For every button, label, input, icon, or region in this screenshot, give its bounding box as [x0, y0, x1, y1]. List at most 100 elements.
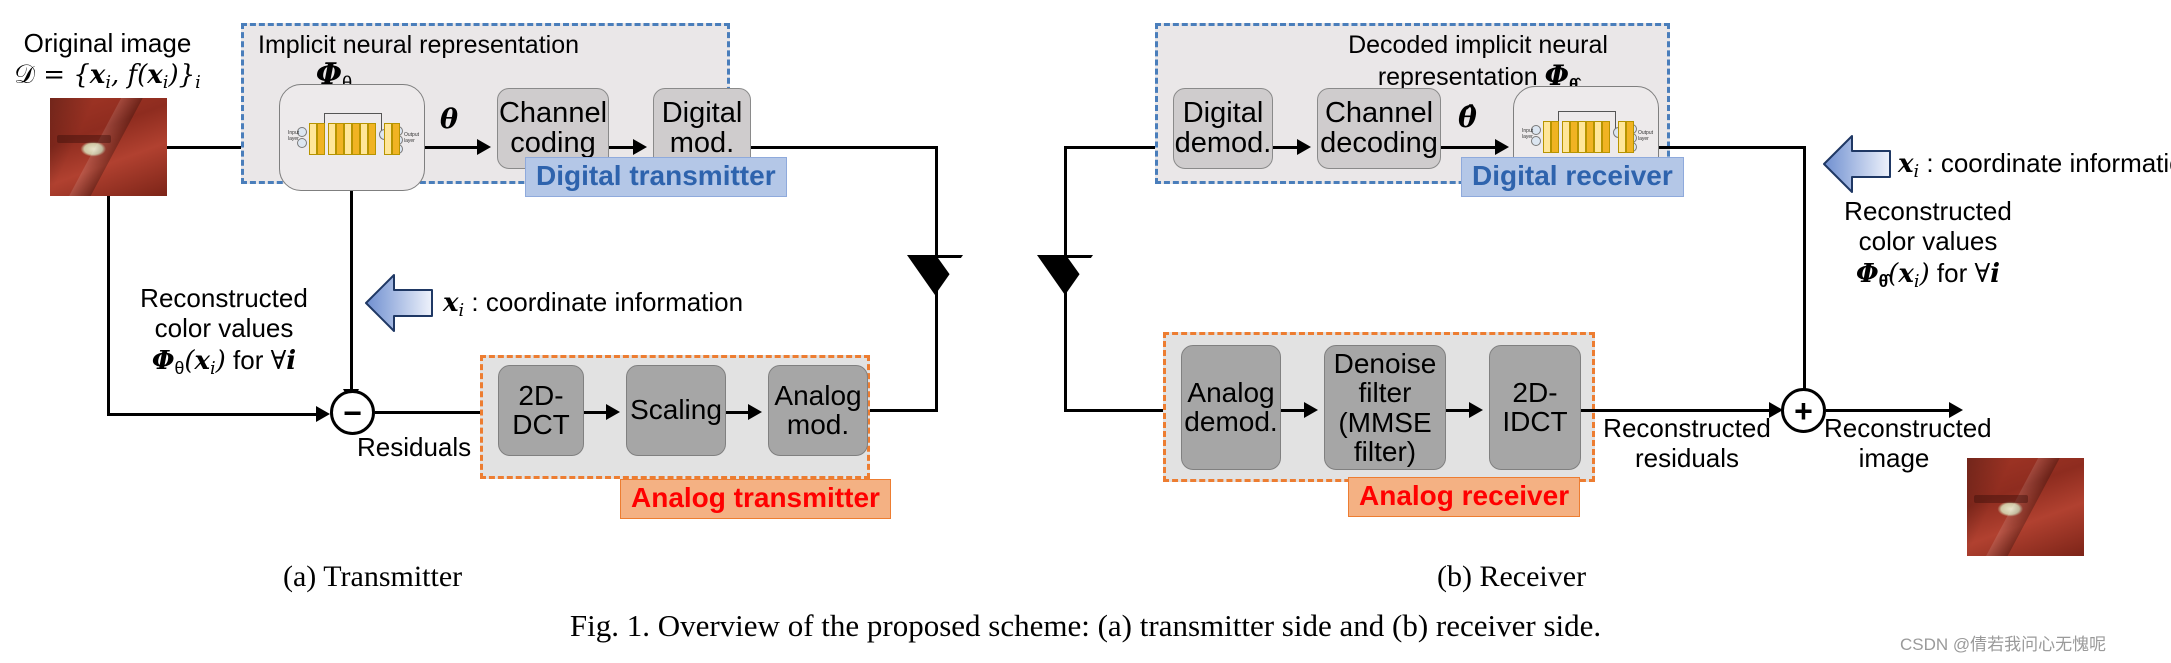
wire-decoded-inr-down [1803, 146, 1806, 404]
original-image-thumbnail [50, 98, 167, 196]
wire-dct-to-scaling [584, 411, 607, 414]
block-denoise-filter-line3: (MMSE [1338, 406, 1432, 438]
block-channel-coding-line1: Channel [498, 96, 608, 129]
block-analog-demod-line1: Analog [1187, 376, 1275, 408]
digital-receiver-tag: Digital receiver [1461, 157, 1684, 197]
reconstructed-color-values-transmitter: Reconstructed color values Φθ(xi) for ∀i [110, 283, 338, 380]
analog-transmitter-tag: Analog transmitter [620, 479, 891, 519]
figure-caption: Fig. 1. Overview of the proposed scheme:… [569, 608, 1602, 643]
block-2d-dct: 2D- DCT [498, 365, 584, 456]
block-2d-idct-line1: 2D- [1512, 376, 1558, 408]
wire-rx-to-analog-demod [1064, 409, 1174, 412]
block-digital-mod-line2: mod. [669, 126, 735, 159]
block-2d-dct-line1: 2D- [518, 379, 564, 411]
coordinate-info-arrow-icon-receiver [1823, 135, 1891, 193]
block-denoise-filter-line1: Denoise [1333, 347, 1437, 379]
wire-denoise-to-idct [1446, 409, 1469, 412]
reconstructed-residuals-line1: Reconstructed [1603, 413, 1771, 443]
block-digital-demod-line2: demod. [1174, 126, 1272, 159]
residuals-label: Residuals [357, 432, 472, 462]
reconstructed-image-label: Reconstructed image [1824, 413, 1992, 474]
wire-idct-to-adder [1581, 409, 1775, 412]
wire-digital-mod-to-antenna [751, 146, 938, 149]
wire-digital-demod-to-channel-decoding [1273, 146, 1297, 149]
rcv-tx-line2: color values [154, 313, 294, 344]
block-channel-decoding: Channel decoding [1317, 88, 1441, 169]
wire-inr-down-to-minus [350, 191, 353, 403]
block-scaling: Scaling [626, 365, 726, 456]
rcv-rx-line2: color values [1858, 226, 1998, 257]
block-denoise-filter-line2: filter [1358, 377, 1412, 409]
block-channel-decoding-line2: decoding [1320, 126, 1438, 159]
rcv-tx-line1: Reconstructed [140, 283, 308, 313]
rcv-tx-line3: Φθ(xi) for ∀i [151, 345, 297, 380]
block-analog-demod: Analog demod. [1181, 345, 1281, 470]
reconstructed-color-values-receiver: Reconstructed color values Φθ̂(xi) for ∀… [1812, 196, 2044, 293]
theta-hat-label: θ̂ [1458, 101, 1477, 134]
arrowhead-denoise-to-idct [1469, 402, 1483, 418]
figure-canvas: Original image 𝒟 = {xi, f(xi)}i Implicit… [0, 0, 2171, 663]
block-analog-mod: Analog mod. [768, 365, 868, 456]
coordinate-info-label-transmitter: xi : coordinate information [443, 287, 744, 321]
block-denoise-filter: Denoise filter (MMSE filter) [1324, 345, 1446, 470]
subtract-operator: − [330, 390, 375, 435]
reconstructed-residuals-label: Reconstructed residuals [1592, 413, 1782, 473]
arrowhead-digital-demod-to-channel-decoding [1297, 139, 1311, 155]
inr-title: Implicit neural representation [258, 31, 579, 59]
analog-receiver-tag: Analog receiver [1348, 477, 1581, 517]
wire-image-to-minus [107, 413, 324, 416]
original-image-label-line1: Original image [23, 28, 192, 58]
reconstructed-residuals-line2: residuals [1634, 443, 1740, 474]
wire-inr-to-channel-coding [425, 146, 477, 149]
wire-minus-to-dct [375, 411, 495, 414]
block-denoise-filter-line4: filter) [1353, 435, 1417, 467]
digital-transmitter-tag: Digital transmitter [525, 157, 787, 197]
coordinate-info-label-receiver: xi : coordinate information [1898, 148, 2171, 182]
rcv-rx-line3: Φθ̂(xi) for ∀i [1855, 258, 2001, 293]
wire-channel-decoding-to-decoded-inr [1441, 146, 1495, 149]
decoded-inr-title: Decoded implicit neural representation Φ… [1298, 31, 1658, 94]
wire-analog-to-antenna [869, 409, 938, 412]
arrowhead-scaling-to-analog-mod [748, 404, 762, 420]
wire-channel-coding-to-digital-mod [609, 146, 633, 149]
original-image-label-formula: 𝒟 = {xi, f(xi)}i [14, 60, 201, 94]
block-channel-coding-line2: coding [510, 126, 596, 159]
arrowhead-inr-to-channel-coding [477, 139, 491, 155]
block-scaling-line1: Scaling [630, 394, 722, 426]
decoded-inr-title-line1: Decoded implicit neural [1348, 31, 1608, 59]
block-digital-mod-line1: Digital [661, 96, 743, 129]
arrowhead-image-to-minus [316, 406, 330, 422]
reconstructed-image-thumbnail [1967, 458, 2084, 556]
transmit-antenna [907, 255, 988, 295]
subcaption-a: (a) Transmitter [283, 560, 463, 593]
wire-rx-antenna-down [1064, 255, 1067, 411]
subcaption-b: (b) Receiver [1437, 560, 1587, 593]
reconstructed-image-line2: image [1858, 443, 1930, 474]
wire-decoded-inr-out [1659, 146, 1806, 149]
block-analog-demod-line2: demod. [1184, 405, 1278, 437]
arrowhead-analog-demod-to-denoise [1304, 402, 1318, 418]
theta-label: θ [439, 104, 458, 135]
coordinate-info-arrow-icon-transmitter [365, 274, 433, 332]
reconstructed-image-line1: Reconstructed [1824, 413, 1992, 443]
neural-network-diagram: Input layer Output layer [280, 85, 424, 190]
block-digital-demod: Digital demod. [1173, 88, 1273, 169]
wire-scaling-to-analog-mod [726, 411, 749, 414]
implicit-neural-network-block: Input layer Output layer [279, 84, 425, 191]
block-2d-idct: 2D- IDCT [1489, 345, 1581, 470]
add-operator: + [1781, 388, 1826, 433]
original-image-label: Original image 𝒟 = {xi, f(xi)}i [0, 28, 215, 94]
block-analog-mod-line2: mod. [786, 408, 850, 440]
arrowhead-channel-coding-to-digital-mod [633, 139, 647, 155]
rcv-rx-line1: Reconstructed [1844, 196, 2012, 226]
wire-analog-demod-to-denoise [1281, 409, 1304, 412]
block-2d-idct-line2: IDCT [1502, 405, 1568, 437]
block-2d-dct-line2: DCT [512, 408, 570, 440]
block-channel-decoding-line1: Channel [1324, 96, 1434, 129]
arrowhead-channel-decoding-to-decoded-inr [1495, 139, 1509, 155]
watermark: CSDN @倩若我问心无愧呢 [1900, 635, 2107, 654]
block-digital-demod-line1: Digital [1182, 96, 1264, 129]
wire-rx-antenna-up [1064, 146, 1067, 266]
wire-adder-to-output-image [1826, 409, 1955, 412]
arrowhead-dct-to-scaling [606, 404, 620, 420]
